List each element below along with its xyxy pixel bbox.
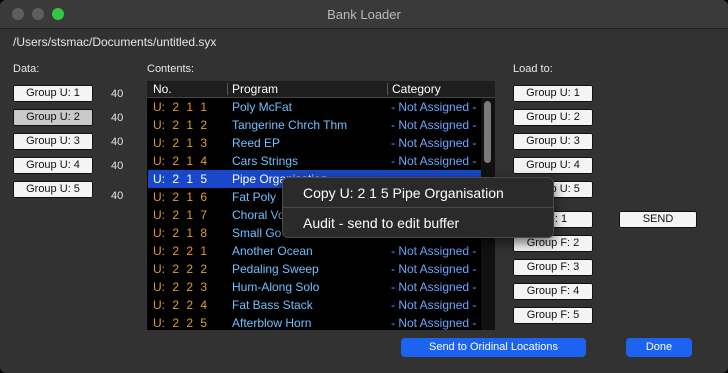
row-program: Hum-Along Solo	[232, 280, 320, 294]
group-count: 40	[111, 160, 124, 172]
load-to-group-button[interactable]: Group U: 3	[513, 133, 593, 150]
row-program: Fat Poly	[232, 190, 277, 204]
window-title: Bank Loader	[327, 7, 401, 22]
table-row[interactable]: U: 2 2 3 Hum-Along Solo - Not Assigned -	[148, 278, 481, 296]
data-group-button[interactable]: Group U: 4	[13, 157, 93, 174]
table-header: No. Program Category	[147, 81, 495, 98]
row-program: Fat Bass Stack	[232, 298, 313, 312]
data-label: Data:	[13, 63, 40, 75]
contents-label: Contents:	[147, 63, 195, 75]
title-bar: Bank Loader	[0, 0, 728, 29]
row-category: - Not Assigned -	[391, 316, 477, 330]
table-row[interactable]: U: 2 1 1 Poly McFat - Not Assigned -	[148, 98, 481, 116]
context-menu: Copy U: 2 1 5 Pipe Organisation Audit - …	[282, 177, 554, 238]
row-category: - Not Assigned -	[391, 154, 477, 168]
row-number: U: 2 1 3	[153, 136, 208, 150]
scrollbar-thumb[interactable]	[484, 101, 491, 163]
column-divider	[387, 83, 388, 95]
row-number: U: 2 1 8	[153, 226, 208, 240]
row-category: - Not Assigned -	[391, 244, 477, 258]
row-number: U: 2 2 4	[153, 298, 208, 312]
table-row[interactable]: U: 2 2 5 Afterblow Horn - Not Assigned -	[148, 314, 481, 330]
row-number: U: 2 2 1	[153, 244, 208, 258]
row-program: Afterblow Horn	[232, 316, 312, 330]
row-category: - Not Assigned -	[391, 280, 477, 294]
row-number: U: 2 1 2	[153, 118, 208, 132]
row-program: Tangerine Chrch Thm	[232, 118, 348, 132]
done-button[interactable]: Done	[626, 338, 692, 357]
column-header-program[interactable]: Program	[232, 82, 278, 96]
copy-menu-item[interactable]: Copy U: 2 1 5 Pipe Organisation	[303, 185, 504, 201]
row-number: U: 2 2 2	[153, 262, 208, 276]
row-number: U: 2 2 5	[153, 316, 208, 330]
column-header-category[interactable]: Category	[392, 82, 441, 96]
row-program: Cars Strings	[232, 154, 299, 168]
row-number: U: 2 2 3	[153, 280, 208, 294]
row-category: - Not Assigned -	[391, 118, 477, 132]
send-to-original-locations-button[interactable]: Send to Oridinal Locations	[401, 338, 586, 357]
load-to-group-button[interactable]: Group U: 1	[513, 85, 593, 102]
load-to-group-button[interactable]: Group F: 3	[513, 259, 593, 276]
row-number: U: 2 1 5	[153, 172, 208, 186]
send-button[interactable]: SEND	[619, 211, 697, 228]
load-to-group-button[interactable]: Group U: 4	[513, 157, 593, 174]
bank-loader-window: Bank Loader /Users/stsmac/Documents/unti…	[0, 0, 728, 373]
row-number: U: 2 1 7	[153, 208, 208, 222]
table-row[interactable]: U: 2 1 2 Tangerine Chrch Thm - Not Assig…	[148, 116, 481, 134]
data-group-button[interactable]: Group U: 2	[13, 109, 93, 126]
column-divider	[227, 83, 228, 95]
row-program: Reed EP	[232, 136, 281, 150]
row-program: Small Go	[232, 226, 282, 240]
load-to-group-button[interactable]: Group U: 2	[513, 109, 593, 126]
table-row[interactable]: U: 2 1 4 Cars Strings - Not Assigned -	[148, 152, 481, 170]
row-category: - Not Assigned -	[391, 298, 477, 312]
row-number: U: 2 1 1	[153, 100, 208, 114]
data-group-button[interactable]: Group U: 5	[13, 181, 93, 198]
load-to-group-button[interactable]: Group F: 5	[513, 307, 593, 324]
menu-divider	[283, 207, 553, 208]
load-to-group-button[interactable]: Group F: 4	[513, 283, 593, 300]
row-program: Choral Vo	[232, 208, 285, 222]
row-number: U: 2 1 4	[153, 154, 208, 168]
row-number: U: 2 1 6	[153, 190, 208, 204]
data-group-button[interactable]: Group U: 3	[13, 133, 93, 150]
file-path: /Users/stsmac/Documents/untitled.syx	[13, 35, 217, 49]
table-row[interactable]: U: 2 1 3 Reed EP - Not Assigned -	[148, 134, 481, 152]
group-count: 40	[111, 112, 124, 124]
table-row[interactable]: U: 2 2 2 Pedaling Sweep - Not Assigned -	[148, 260, 481, 278]
group-count: 40	[111, 136, 124, 148]
group-count: 40	[111, 88, 124, 100]
column-header-no[interactable]: No.	[153, 82, 172, 96]
load-to-label: Load to:	[513, 63, 553, 75]
group-count: 40	[111, 190, 124, 202]
row-category: - Not Assigned -	[391, 136, 477, 150]
table-row[interactable]: U: 2 2 4 Fat Bass Stack - Not Assigned -	[148, 296, 481, 314]
row-category: - Not Assigned -	[391, 262, 477, 276]
row-program: Pedaling Sweep	[232, 262, 319, 276]
row-category: - Not Assigned -	[391, 100, 477, 114]
audit-menu-item[interactable]: Audit - send to edit buffer	[303, 215, 459, 231]
table-row[interactable]: U: 2 2 1 Another Ocean - Not Assigned -	[148, 242, 481, 260]
data-group-button[interactable]: Group U: 1	[13, 85, 93, 102]
row-program: Poly McFat	[232, 100, 293, 114]
row-program: Another Ocean	[232, 244, 313, 258]
